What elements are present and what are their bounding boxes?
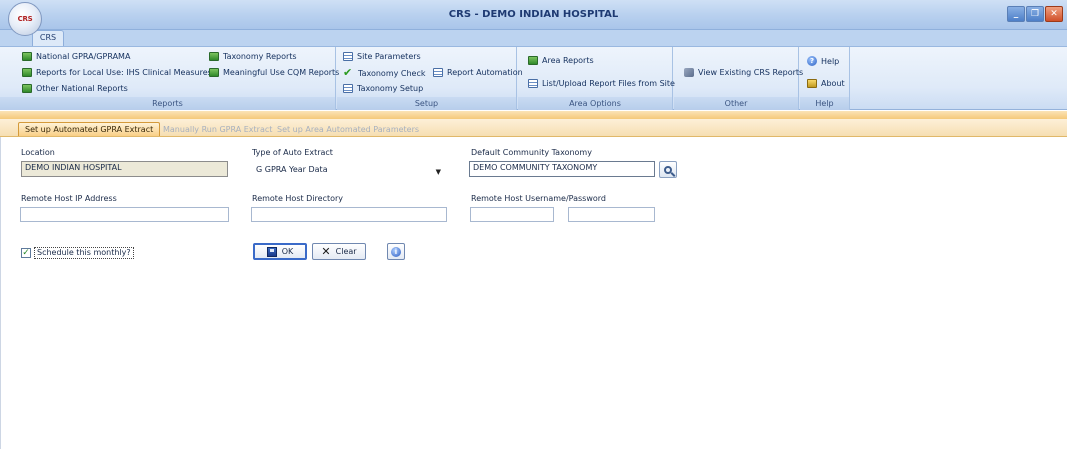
x-icon: ✕ [321, 244, 331, 258]
grid-icon [433, 68, 443, 77]
username-password-label: Remote Host Username/Password [471, 194, 607, 203]
password-input[interactable] [568, 207, 655, 222]
title-bar: CRS - DEMO INDIAN HOSPITAL _ ❐ ✕ [0, 0, 1067, 30]
ok-button[interactable]: OK [253, 243, 307, 260]
extract-type-label: Type of Auto Extract [252, 148, 333, 157]
list-upload-report-files-label: List/Upload Report Files from Site [542, 79, 675, 88]
local-use-reports-label: Reports for Local Use: IHS Clinical Meas… [36, 68, 212, 77]
national-gpra-button[interactable]: National GPRA/GPRAMA [22, 52, 130, 61]
grid-icon [528, 79, 538, 88]
schedule-monthly-checkbox[interactable]: ✓ Schedule this monthly? [21, 247, 134, 259]
about-icon [807, 79, 817, 88]
ribbon-group-area-options: Area Reports List/Upload Report Files fr… [518, 47, 675, 110]
view-existing-crs-reports-button[interactable]: View Existing CRS Reports [684, 68, 803, 77]
dropdown-arrow-icon: ▼ [435, 168, 441, 176]
orange-separator [0, 111, 1067, 119]
report-book-icon [22, 52, 32, 61]
ribbon-group-setup: Site Parameters ✔ Taxonomy Check Taxonom… [337, 47, 523, 110]
area-reports-button[interactable]: Area Reports [528, 56, 594, 65]
ribbon-group-help: ? Help About Help [800, 47, 850, 110]
taxonomy-check-label: Taxonomy Check [358, 68, 426, 78]
username-input[interactable] [470, 207, 554, 222]
extract-type-value: G GPRA Year Data [256, 165, 328, 174]
clear-button[interactable]: ✕ Clear [312, 243, 366, 260]
site-parameters-label: Site Parameters [357, 52, 421, 61]
grid-icon [343, 84, 353, 93]
meaningful-use-cqm-button[interactable]: Meaningful Use CQM Reports [209, 68, 339, 77]
save-disk-icon [266, 246, 277, 257]
window-controls: _ ❐ ✕ [1007, 6, 1063, 22]
ribbon-group-label-other: Other [674, 97, 798, 110]
ribbon-group-label-setup: Setup [337, 97, 516, 110]
national-gpra-label: National GPRA/GPRAMA [36, 52, 131, 61]
maximize-button[interactable]: ❐ [1026, 6, 1044, 22]
other-national-reports-label: Other National Reports [36, 84, 128, 93]
application-orb-button[interactable]: CRS [8, 2, 42, 36]
view-reports-icon [684, 68, 694, 77]
ribbon-group-label-help: Help [800, 97, 849, 110]
help-label: Help [821, 56, 840, 66]
ribbon-group-other: View Existing CRS Reports Other [674, 47, 803, 110]
ribbon-tab-crs[interactable]: CRS [32, 30, 64, 46]
report-book-icon [22, 68, 32, 77]
taxonomy-setup-label: Taxonomy Setup [357, 84, 424, 93]
minimize-button[interactable]: _ [1007, 6, 1025, 22]
view-existing-crs-reports-label: View Existing CRS Reports [698, 68, 804, 77]
extract-type-select[interactable]: G GPRA Year Data ▼ [252, 163, 446, 177]
report-book-icon [209, 68, 219, 77]
location-field: DEMO INDIAN HOSPITAL [21, 161, 228, 177]
magnifier-icon [664, 165, 672, 174]
report-book-icon [22, 84, 32, 93]
location-label: Location [21, 148, 55, 157]
host-directory-label: Remote Host Directory [252, 194, 344, 203]
checkbox-check-icon[interactable]: ✓ [21, 248, 31, 258]
report-automation-button[interactable]: Report Automation [433, 68, 523, 77]
about-button[interactable]: About [807, 79, 845, 88]
ip-address-label: Remote Host IP Address [21, 194, 117, 203]
help-button[interactable]: ? Help [807, 56, 839, 66]
taxonomy-lookup-button[interactable] [659, 161, 677, 178]
orb-logo: CRS [17, 15, 33, 23]
other-national-reports-button[interactable]: Other National Reports [22, 84, 128, 93]
ribbon-group-label-area-options: Area Options [518, 97, 672, 110]
info-button[interactable]: i [387, 243, 405, 260]
close-button[interactable]: ✕ [1045, 6, 1063, 22]
report-book-icon [528, 56, 538, 65]
taxonomy-reports-label: Taxonomy Reports [223, 52, 297, 61]
ribbon-group-label-reports: Reports [0, 97, 335, 110]
ip-address-input[interactable] [20, 207, 229, 222]
main-content: Location DEMO INDIAN HOSPITAL Type of Au… [0, 137, 1067, 449]
window-title: CRS - DEMO INDIAN HOSPITAL [448, 9, 619, 20]
taxonomy-reports-button[interactable]: Taxonomy Reports [209, 52, 297, 61]
tab-manually-run-gpra-extract[interactable]: Manually Run GPRA Extract [156, 122, 279, 136]
grid-icon [343, 52, 353, 61]
help-icon: ? [807, 56, 817, 66]
meaningful-use-cqm-label: Meaningful Use CQM Reports [223, 68, 340, 77]
ok-button-label: OK [281, 247, 294, 256]
area-reports-label: Area Reports [542, 56, 594, 65]
schedule-monthly-label: Schedule this monthly? [34, 247, 134, 259]
taxonomy-field[interactable]: DEMO COMMUNITY TAXONOMY [469, 161, 655, 177]
checkmark-icon: ✔ [343, 66, 353, 79]
tab-set-up-automated-gpra-extract[interactable]: Set up Automated GPRA Extract [18, 122, 161, 136]
taxonomy-check-button[interactable]: ✔ Taxonomy Check [343, 66, 426, 79]
content-tab-strip: Set up Automated GPRA Extract Manually R… [0, 119, 1067, 137]
taxonomy-setup-button[interactable]: Taxonomy Setup [343, 84, 423, 93]
taxonomy-label: Default Community Taxonomy [471, 148, 592, 157]
ribbon: National GPRA/GPRAMA Reports for Local U… [0, 46, 1067, 110]
host-directory-input[interactable] [251, 207, 447, 222]
tab-set-up-area-automated-parameters[interactable]: Set up Area Automated Parameters [270, 122, 426, 136]
list-upload-report-files-button[interactable]: List/Upload Report Files from Site [528, 79, 675, 88]
site-parameters-button[interactable]: Site Parameters [343, 52, 421, 61]
ribbon-tab-strip: CRS [0, 30, 1067, 46]
info-icon: i [391, 246, 401, 257]
report-book-icon [209, 52, 219, 61]
ribbon-group-reports: National GPRA/GPRAMA Reports for Local U… [0, 47, 339, 110]
about-label: About [821, 79, 845, 88]
clear-button-label: Clear [335, 247, 357, 256]
local-use-reports-button[interactable]: Reports for Local Use: IHS Clinical Meas… [22, 68, 212, 77]
report-automation-label: Report Automation [447, 68, 523, 77]
